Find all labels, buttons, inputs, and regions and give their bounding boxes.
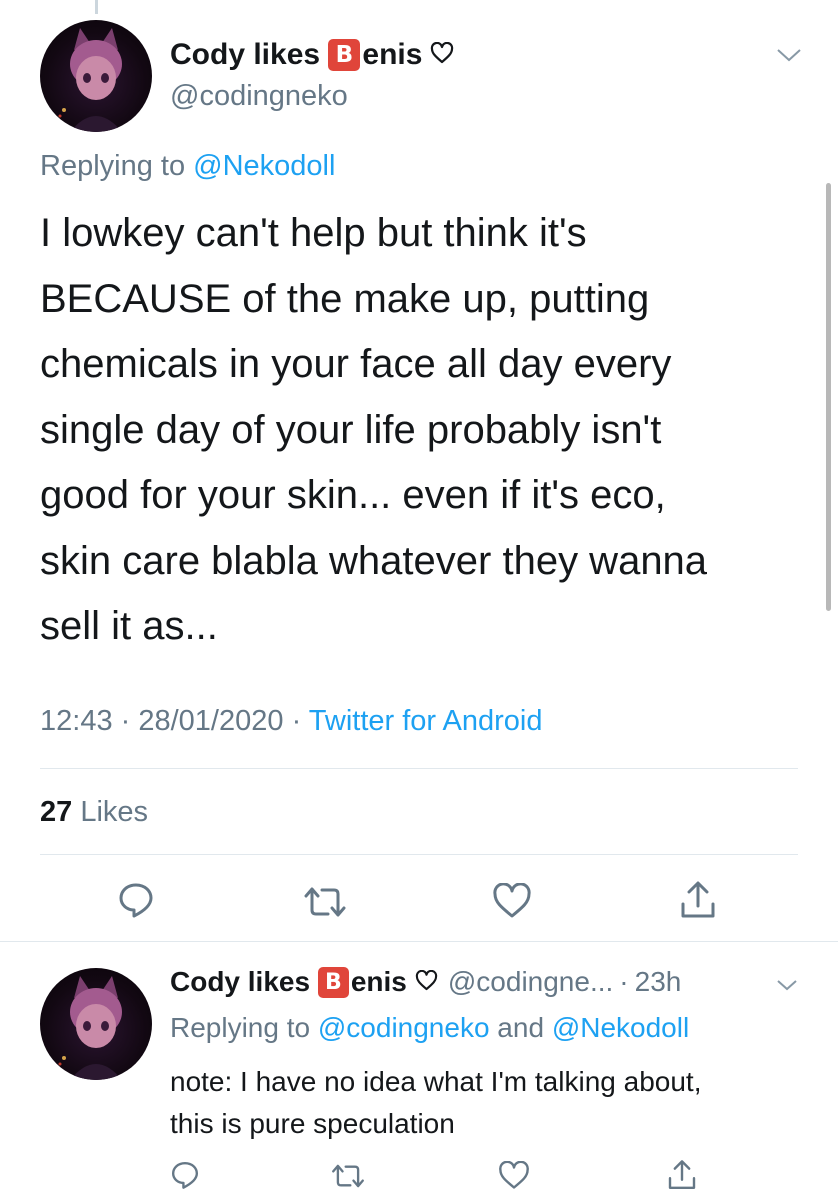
heart-icon[interactable]	[492, 883, 532, 919]
author-name[interactable]: Cody likes B enis	[170, 38, 454, 72]
divider	[0, 941, 838, 942]
likes-count[interactable]: 27 Likes	[40, 796, 148, 829]
reply-body: note: I have no idea what I'm talking ab…	[170, 1061, 701, 1145]
avatar-image	[58, 28, 122, 132]
scrollbar[interactable]	[826, 183, 831, 611]
comment-icon[interactable]	[170, 1160, 200, 1190]
likes-label: Likes	[72, 796, 149, 828]
reply-author-name-suffix[interactable]: enis	[351, 966, 407, 998]
reply-age[interactable]: 23h	[635, 966, 682, 998]
divider	[40, 854, 798, 855]
b-emoji: B	[328, 39, 361, 71]
reply-body-line: this is pure speculation	[170, 1108, 455, 1139]
replying-to-link[interactable]: @Nekodoll	[552, 1012, 689, 1043]
tweet-time[interactable]: 12:43	[40, 705, 113, 737]
replying-to-link[interactable]: @codingneko	[318, 1012, 490, 1043]
replying-to: Replying to @Nekodoll	[40, 150, 335, 183]
retweet-icon[interactable]	[302, 884, 348, 920]
avatar[interactable]	[40, 968, 152, 1080]
tweet-body-line: BECAUSE of the make up, putting	[40, 276, 650, 321]
tweet-body-line: I lowkey can't help but think it's	[40, 211, 587, 255]
tweet-source[interactable]: Twitter for Android	[309, 705, 543, 737]
b-emoji: B	[317, 966, 349, 998]
reply-header: Cody likes B enis @codingne... · 23h	[170, 966, 681, 998]
tweet-body-line: good for your skin... even if it's eco,	[40, 473, 666, 517]
chevron-down-icon[interactable]	[776, 47, 802, 68]
meta-separator: ·	[112, 705, 139, 737]
author-handle[interactable]: @codingneko	[170, 80, 348, 113]
tweet-body-line: single day of your life probably isn't	[40, 407, 662, 452]
meta-separator: ·	[619, 966, 629, 997]
divider	[40, 768, 798, 769]
reply-body-line: note: I have no idea what I'm talking ab…	[170, 1066, 702, 1097]
heart-outline-icon	[430, 38, 454, 72]
avatar[interactable]	[40, 20, 152, 132]
tweet-body: I lowkey can't help but think it's BECAU…	[40, 201, 800, 660]
replying-to-and: and	[489, 1012, 552, 1043]
tweet-body-line: chemicals in your face all day every	[40, 342, 672, 386]
meta-separator: ·	[283, 705, 309, 737]
avatar-image	[58, 976, 122, 1080]
replying-to-label: Replying to	[170, 1012, 318, 1043]
reply-handle[interactable]: @codingne...	[448, 966, 613, 998]
likes-number: 27	[40, 796, 73, 828]
author-name-text: Cody likes	[170, 38, 329, 71]
thread-connector-line	[95, 0, 98, 14]
chevron-down-icon[interactable]	[776, 978, 798, 997]
author-name-suffix: enis	[362, 38, 423, 71]
comment-icon[interactable]	[117, 881, 155, 919]
tweet-date[interactable]: 28/01/2020	[138, 705, 283, 737]
share-icon[interactable]	[678, 880, 718, 920]
share-icon[interactable]	[666, 1159, 698, 1191]
tweet-meta: 12:43 · 28/01/2020 · Twitter for Android	[40, 705, 542, 738]
heart-icon[interactable]	[498, 1161, 530, 1190]
reply-author-name[interactable]: Cody likes	[170, 966, 318, 998]
tweet-body-line: skin care blabla whatever they wanna	[40, 538, 708, 583]
replying-to-label: Replying to	[40, 150, 194, 182]
tweet-body-line: sell it as...	[40, 604, 218, 648]
replying-to-link[interactable]: @Nekodoll	[193, 150, 335, 182]
heart-outline-icon	[415, 966, 438, 998]
reply-replying-to: Replying to @codingneko and @Nekodoll	[170, 1012, 689, 1044]
retweet-icon[interactable]	[330, 1162, 366, 1190]
